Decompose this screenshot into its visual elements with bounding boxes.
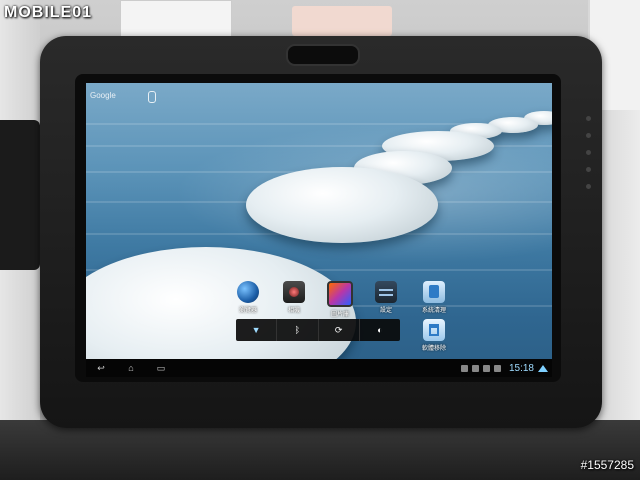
gallery-icon	[327, 281, 353, 307]
sd-card-icon	[482, 364, 490, 372]
notification-icon	[460, 364, 468, 372]
globe-icon	[237, 281, 259, 303]
google-search-bar[interactable]: Google	[90, 91, 170, 105]
system-bar: ↩ ⌂ ▭ 15:18	[86, 359, 552, 377]
sync-toggle[interactable]: ⟳	[319, 319, 360, 341]
keyboard	[0, 120, 40, 270]
google-search-label: Google	[90, 91, 116, 100]
paper-document	[120, 0, 232, 40]
uninstall-icon	[423, 319, 445, 341]
back-button[interactable]: ↩	[90, 363, 112, 374]
power-control-widget: ▼ ᛒ ⟳ ◐	[236, 319, 400, 341]
sync-icon: ⟳	[334, 324, 343, 335]
camera-slot	[286, 44, 360, 66]
photo-id: #1557285	[580, 458, 634, 472]
bluetooth-toggle[interactable]: ᛒ	[277, 319, 319, 341]
app-label: 軟體移除	[421, 346, 446, 352]
app-label: 圖片庫	[330, 312, 349, 318]
wifi-signal-icon	[538, 364, 548, 372]
brightness-toggle[interactable]: ◐	[360, 319, 400, 341]
clock: 15:18	[508, 362, 534, 374]
brightness-icon: ◐	[377, 325, 383, 335]
app-system-cleaner[interactable]: 系統清理	[414, 281, 454, 314]
app-browser[interactable]: 瀏覽器	[228, 281, 268, 314]
bluetooth-icon: ᛒ	[294, 325, 301, 335]
stepping-stone	[86, 247, 356, 377]
stepping-stone	[246, 167, 438, 243]
app-uninstaller[interactable]: 軟體移除	[414, 319, 454, 352]
app-label: 設定	[379, 308, 392, 314]
watermark: MOBILE01	[4, 4, 93, 21]
recent-apps-button[interactable]: ▭	[150, 363, 172, 374]
speaker-holes	[586, 116, 594, 201]
app-label: 瀏覽器	[238, 308, 257, 314]
wifi-toggle[interactable]: ▼	[236, 319, 278, 341]
app-label: 相機	[287, 308, 300, 314]
status-area[interactable]: 15:18	[460, 361, 548, 375]
app-label: 系統清理	[421, 308, 446, 314]
tablet-screen: Google 瀏覽器 相機 圖片庫 設定 系統清理 軟體移除 ▼ ᛒ ⟳ ◐ ↩…	[86, 83, 552, 377]
app-settings[interactable]: 設定	[366, 281, 406, 314]
app-camera[interactable]: 相機	[274, 281, 314, 314]
settings-icon	[375, 281, 397, 303]
microphone-icon[interactable]	[148, 91, 156, 103]
cleaner-icon	[423, 281, 445, 303]
app-gallery[interactable]: 圖片庫	[320, 281, 360, 318]
home-button[interactable]: ⌂	[120, 363, 142, 373]
wifi-icon: ▼	[251, 325, 261, 335]
desk-calendar	[292, 6, 392, 36]
usb-icon	[471, 364, 479, 372]
battery-icon	[493, 364, 501, 372]
camera-icon	[283, 281, 305, 303]
case-stand-bottom	[0, 420, 640, 480]
